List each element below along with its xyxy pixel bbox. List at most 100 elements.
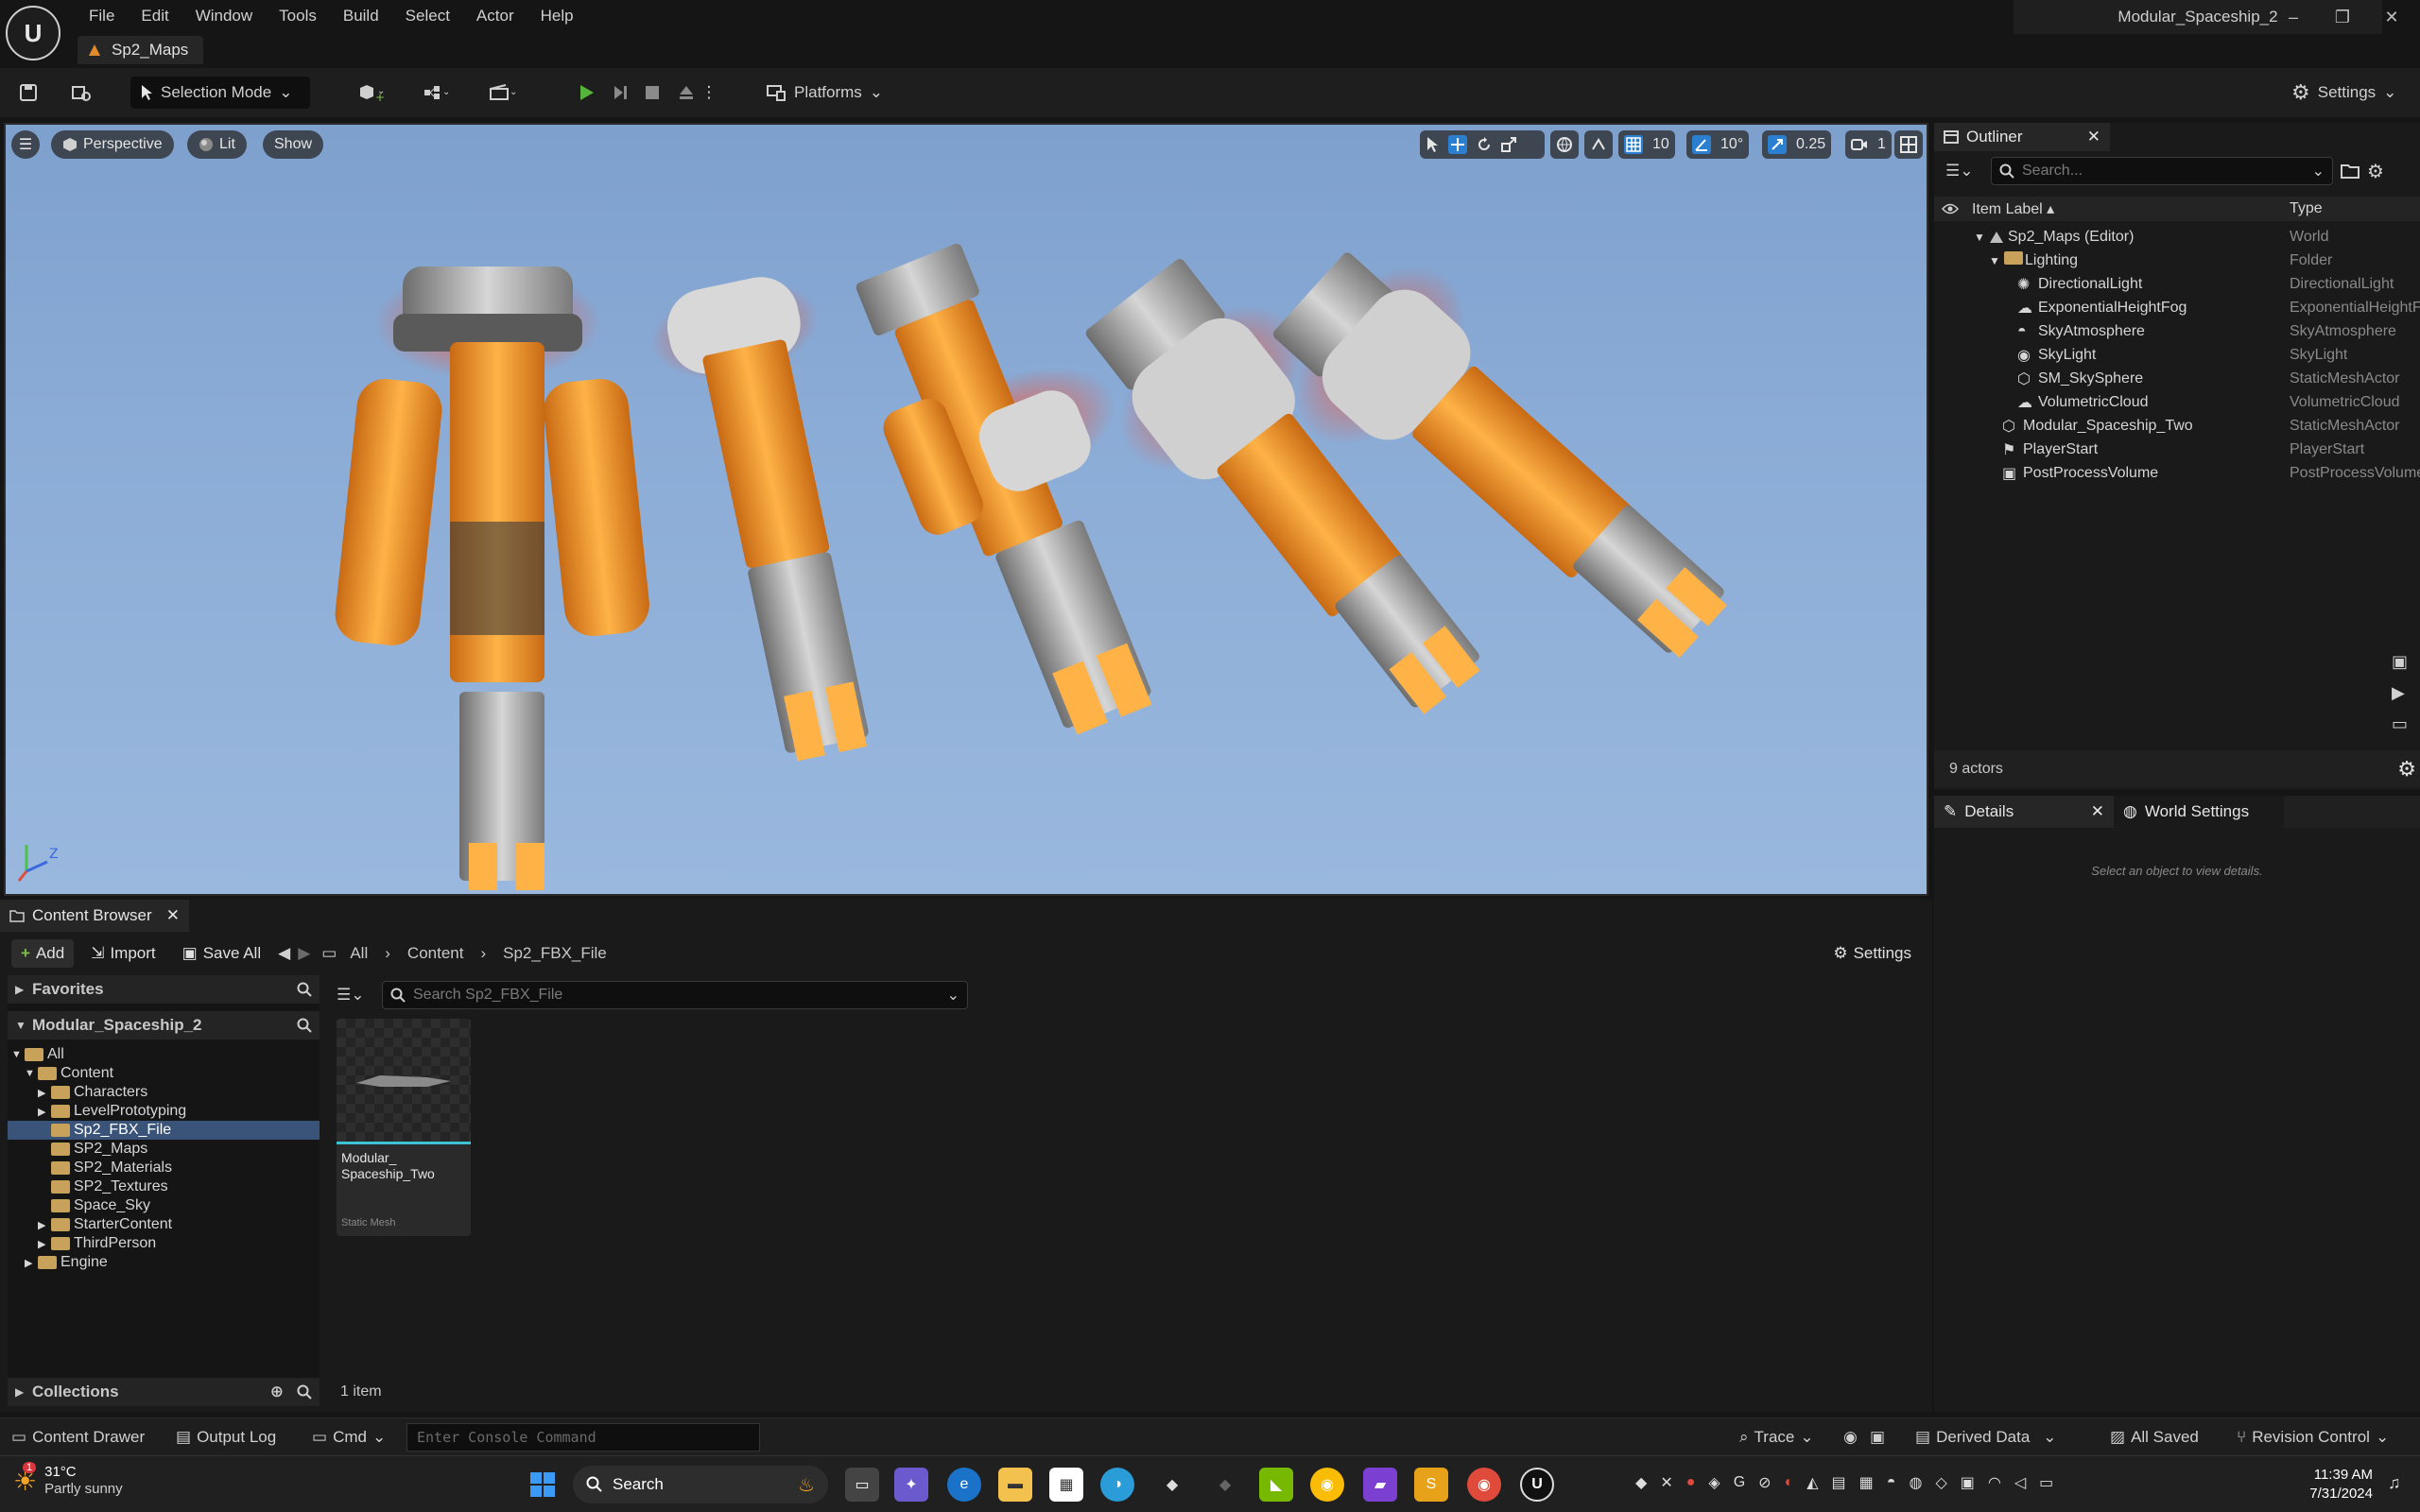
- filter-icon[interactable]: ☰⌄: [1945, 162, 1983, 180]
- level-tab[interactable]: Sp2_Maps: [78, 36, 204, 64]
- visibility-eye-icon[interactable]: [1942, 203, 1961, 215]
- tree-row-volumetriccloud[interactable]: ☁ VolumetricCloud VolumetricCloud: [1934, 390, 2420, 414]
- console-command-input[interactable]: Enter Console Command: [406, 1423, 760, 1452]
- tray-icon-6[interactable]: ⊘: [1758, 1473, 1771, 1492]
- minimize-button[interactable]: –: [2269, 0, 2318, 34]
- app-icon-3[interactable]: ▰: [1363, 1468, 1397, 1502]
- search-icon[interactable]: [297, 982, 312, 997]
- chrome-profile-icon[interactable]: ◉: [1467, 1468, 1501, 1502]
- add-collection-icon[interactable]: ⊕: [270, 1383, 284, 1401]
- folder-row-characters[interactable]: ▶ Characters: [8, 1083, 320, 1102]
- cinematics-icon[interactable]: ⌄: [478, 77, 527, 109]
- tray-icon-3[interactable]: ●: [1686, 1474, 1696, 1491]
- folder-row-sp2-materials[interactable]: SP2_Materials: [8, 1159, 320, 1177]
- back-arrow-icon[interactable]: ◀: [278, 944, 290, 963]
- settings-dropdown[interactable]: ⚙ Settings ⌄: [2291, 77, 2396, 109]
- folder-row-space-sky[interactable]: Space_Sky: [8, 1196, 320, 1215]
- chrome-icon[interactable]: ◉: [1310, 1468, 1344, 1502]
- menu-tools[interactable]: Tools: [266, 2, 330, 30]
- battery-icon[interactable]: ▭: [2039, 1473, 2053, 1492]
- output-log-button[interactable]: ▤ Output Log: [176, 1423, 276, 1452]
- tree-row-sm-skysphere[interactable]: ⬡ SM_SkySphere StaticMeshActor: [1934, 367, 2420, 390]
- stop-icon[interactable]: [633, 77, 671, 109]
- notification-bell-icon[interactable]: ♫: [2388, 1473, 2401, 1493]
- tree-row-skylight[interactable]: ◉ SkyLight SkyLight: [1934, 343, 2420, 367]
- tray-icon-5[interactable]: G: [1734, 1474, 1745, 1491]
- outliner-tab[interactable]: Outliner ✕: [1934, 123, 2110, 151]
- menu-actor[interactable]: Actor: [463, 2, 527, 30]
- expand-arrow-icon[interactable]: ▼: [1974, 231, 1989, 244]
- nvidia-icon[interactable]: ◣: [1259, 1468, 1293, 1502]
- restore-button[interactable]: ❐: [2318, 0, 2367, 34]
- tree-row-directionallight[interactable]: ✺ DirectionalLight DirectionalLight: [1934, 272, 2420, 296]
- asset-tile[interactable]: Modular_ Spaceship_Two Static Mesh: [337, 1019, 471, 1236]
- blueprint-icon[interactable]: ⌄: [412, 77, 461, 109]
- menu-help[interactable]: Help: [527, 2, 587, 30]
- tray-icon-13[interactable]: ◇: [1935, 1473, 1946, 1492]
- content-drawer-button[interactable]: ▭ Content Drawer: [11, 1423, 145, 1452]
- column-item-label[interactable]: Item Label ▴: [1972, 199, 2290, 218]
- save-all-button[interactable]: ▣ Save All: [173, 939, 271, 968]
- outliner-search-input[interactable]: Search... ⌄: [1991, 157, 2333, 185]
- tree-row-world[interactable]: ▼ Sp2_Maps (Editor) World: [1934, 225, 2420, 249]
- folder-row-startercontent[interactable]: ▶ StarterContent: [8, 1215, 320, 1234]
- folder-row-content[interactable]: ▼ Content: [8, 1064, 320, 1083]
- tray-icon-2[interactable]: ✕: [1660, 1473, 1672, 1492]
- import-button[interactable]: ⇲ Import: [81, 939, 164, 968]
- unreal-taskbar-icon[interactable]: U: [1520, 1468, 1554, 1502]
- menu-select[interactable]: Select: [392, 2, 463, 30]
- folder-row-sp2-maps[interactable]: SP2_Maps: [8, 1140, 320, 1159]
- tray-icon-11[interactable]: ◓: [1887, 1474, 1896, 1491]
- edge-icon[interactable]: e: [947, 1468, 981, 1502]
- task-view-icon[interactable]: ▭: [845, 1468, 879, 1502]
- breadcrumb-content[interactable]: Content: [407, 944, 464, 963]
- cb-settings-button[interactable]: ⚙ Settings: [1824, 939, 1921, 968]
- forward-arrow-icon[interactable]: ▶: [298, 944, 310, 963]
- folder-icon[interactable]: ▭: [321, 944, 337, 963]
- tree-row-modular-spaceship-two[interactable]: ⬡ Modular_Spaceship_Two StaticMeshActor: [1934, 414, 2420, 438]
- collections-section[interactable]: ▶ Collections ⊕: [8, 1378, 320, 1406]
- project-section[interactable]: ▼ Modular_Spaceship_2: [8, 1011, 320, 1040]
- menu-window[interactable]: Window: [182, 2, 266, 30]
- panel-icon[interactable]: ▭: [2392, 714, 2408, 734]
- trace-dropdown[interactable]: ⌕ Trace ⌄: [1739, 1423, 1814, 1452]
- details-tab[interactable]: ✎ Details ✕: [1934, 796, 2114, 828]
- folder-row-sp2-fbx-file[interactable]: Sp2_FBX_File: [8, 1121, 320, 1140]
- copilot-icon[interactable]: ✦: [894, 1468, 928, 1502]
- save-icon[interactable]: [9, 77, 47, 109]
- tree-row-skyatmosphere[interactable]: ◓ SkyAtmosphere SkyAtmosphere: [1934, 319, 2420, 343]
- add-button[interactable]: + Add: [11, 939, 75, 968]
- play-options-icon[interactable]: ⋮: [700, 77, 718, 109]
- alien-icon[interactable]: ◆: [1155, 1468, 1189, 1502]
- tray-icon-12[interactable]: ◍: [1909, 1473, 1922, 1492]
- tray-icon-14[interactable]: ▣: [1961, 1473, 1975, 1492]
- volume-icon[interactable]: ◁: [2014, 1473, 2026, 1492]
- favorites-section[interactable]: ▶ Favorites: [8, 975, 320, 1004]
- asset-search-input[interactable]: Search Sp2_FBX_File ⌄: [382, 981, 968, 1009]
- search-icon[interactable]: [297, 1018, 312, 1033]
- level-viewport[interactable]: ☰ Perspective Lit Show 10 10° 0.25 1 Z: [4, 123, 1928, 896]
- screenshot-icon[interactable]: ▣: [1870, 1423, 1885, 1452]
- tray-icon-1[interactable]: ◆: [1635, 1473, 1647, 1492]
- tree-row-lighting[interactable]: ▼ Lighting Folder: [1934, 249, 2420, 272]
- folder-row-thirdperson[interactable]: ▶ ThirdPerson: [8, 1234, 320, 1253]
- app-icon-1[interactable]: ◑: [1100, 1468, 1134, 1502]
- tray-icon-8[interactable]: ◭: [1806, 1473, 1818, 1492]
- close-button[interactable]: ✕: [2367, 0, 2416, 34]
- tree-row-exponentialheightfog[interactable]: ☁ ExponentialHeightFog ExponentialHeight…: [1934, 296, 2420, 319]
- revision-control-dropdown[interactable]: ⑂ Revision Control ⌄: [2237, 1423, 2389, 1452]
- selection-mode-dropdown[interactable]: Selection Mode ⌄: [130, 77, 310, 109]
- tray-icon-9[interactable]: ▤: [1832, 1473, 1846, 1492]
- record-icon[interactable]: ◉: [1843, 1423, 1858, 1452]
- play-button[interactable]: [567, 77, 605, 109]
- store-icon[interactable]: ▦: [1049, 1468, 1083, 1502]
- content-browser-tab[interactable]: Content Browser ✕: [0, 900, 189, 932]
- weather-widget[interactable]: ☀ 1 31°C Partly sunny: [13, 1461, 123, 1498]
- tray-icon-7[interactable]: ◐: [1785, 1474, 1794, 1491]
- folder-row-engine[interactable]: ▶ Engine: [8, 1253, 320, 1272]
- video-camera-icon[interactable]: ▶: [2392, 683, 2408, 703]
- tray-icon-10[interactable]: ▦: [1859, 1473, 1874, 1492]
- menu-file[interactable]: File: [76, 2, 128, 30]
- all-saved-button[interactable]: ▨ All Saved: [2110, 1423, 2199, 1452]
- taskbar-search[interactable]: Search ♨: [573, 1466, 828, 1503]
